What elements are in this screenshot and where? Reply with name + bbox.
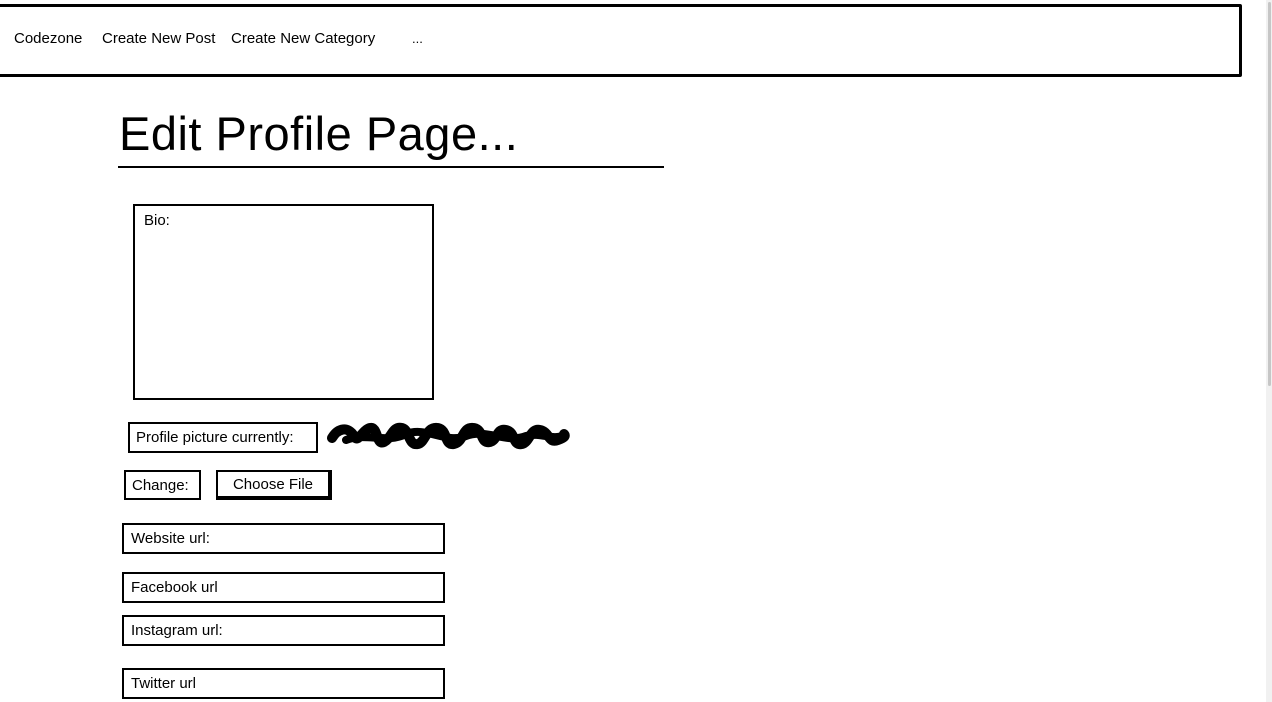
change-picture-label: Change:: [124, 470, 201, 500]
instagram-url-label: Instagram url:: [131, 622, 223, 639]
nav-link-create-new-post[interactable]: Create New Post: [102, 31, 215, 47]
facebook-url-label: Facebook url: [131, 579, 218, 596]
website-url-label: Website url:: [131, 530, 210, 547]
profile-picture-label: Profile picture currently:: [128, 422, 318, 453]
bio-textarea[interactable]: Bio:: [133, 204, 434, 400]
redacted-profile-picture: [327, 422, 570, 450]
twitter-url-label: Twitter url: [131, 675, 197, 692]
scrollbar-thumb[interactable]: [1268, 2, 1271, 386]
title-underline: [118, 166, 664, 168]
change-label-text: Change:: [132, 476, 189, 494]
nav-brand-codezone[interactable]: Codezone: [14, 31, 82, 47]
website-url-field[interactable]: Website url:: [122, 523, 445, 554]
profile-picture-label-text: Profile picture currently:: [136, 429, 294, 446]
facebook-url-field[interactable]: Facebook url: [122, 572, 445, 603]
twitter-url-field[interactable]: Twitter url: [122, 668, 445, 699]
nav-link-create-new-category[interactable]: Create New Category: [231, 31, 375, 47]
choose-file-button[interactable]: Choose File: [216, 470, 332, 500]
nav-more-menu[interactable]: ...: [412, 31, 423, 47]
instagram-url-field[interactable]: Instagram url:: [122, 615, 445, 646]
bio-label: Bio:: [144, 212, 170, 229]
page-title: Edit Profile Page...: [119, 107, 519, 160]
